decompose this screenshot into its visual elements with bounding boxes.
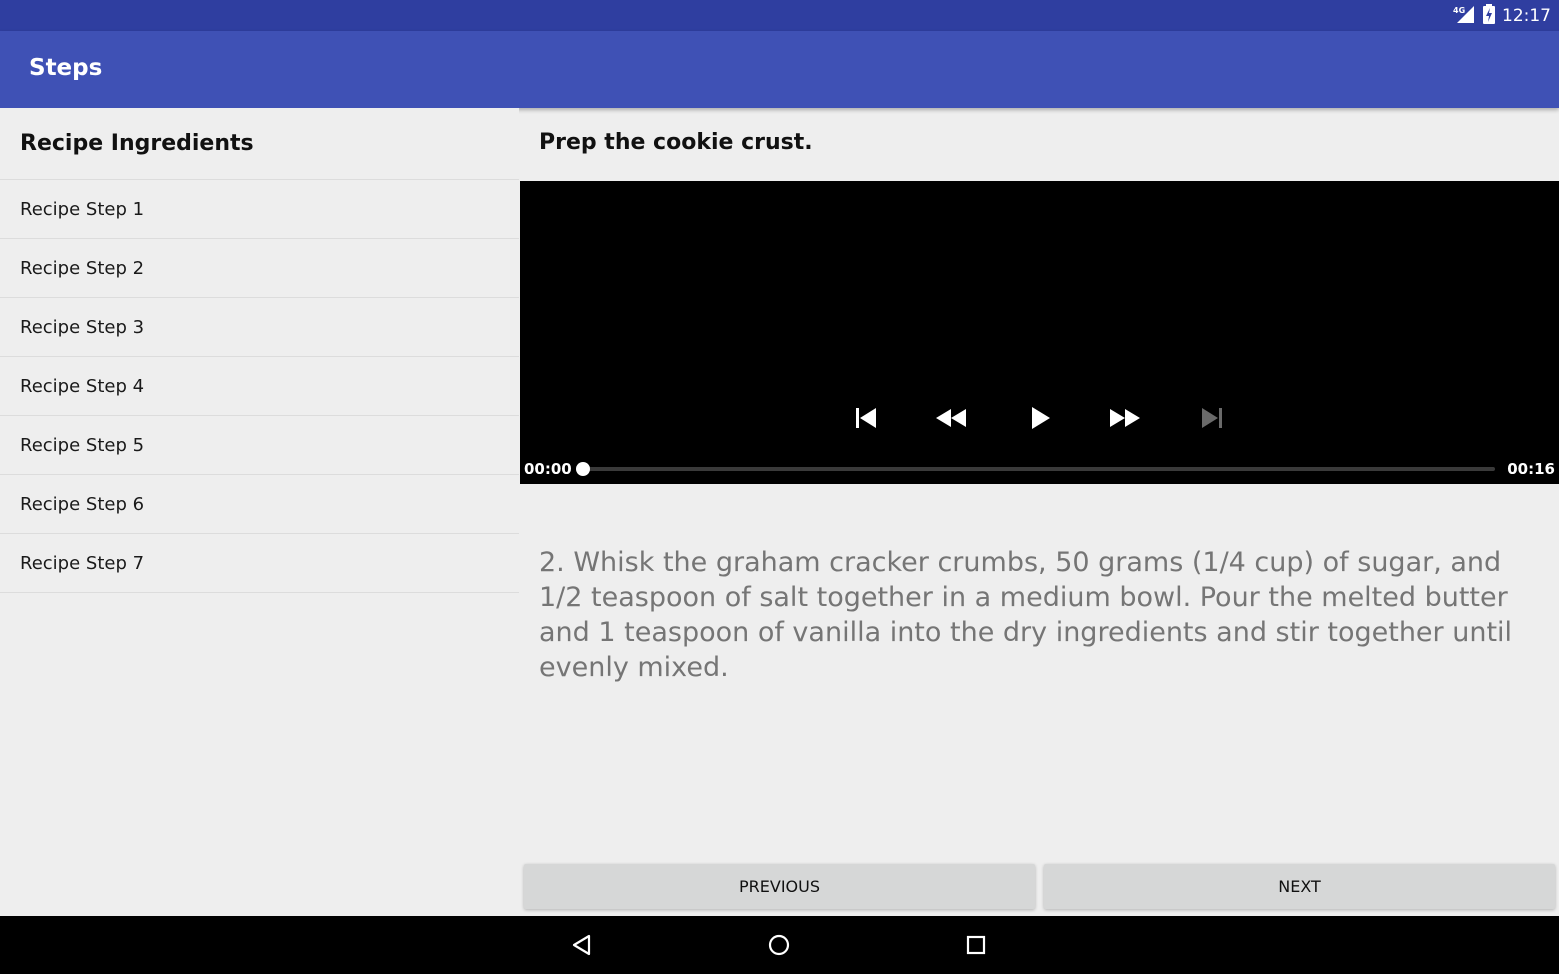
play-icon[interactable] [1022, 403, 1058, 433]
ingredients-header[interactable]: Recipe Ingredients [0, 108, 519, 180]
playback-position-label: 00:00 [524, 460, 572, 478]
skip-next-icon[interactable] [1194, 403, 1230, 433]
seek-bar[interactable] [576, 462, 1495, 476]
recents-icon[interactable] [958, 928, 994, 962]
next-button[interactable]: NEXT [1044, 864, 1555, 909]
seek-thumb[interactable] [576, 462, 590, 476]
fast-forward-icon[interactable] [1107, 403, 1143, 433]
step-list-item-5[interactable]: Recipe Step 5 [0, 416, 519, 475]
step-list-item-2[interactable]: Recipe Step 2 [0, 239, 519, 298]
app-bar: Steps [0, 31, 1559, 108]
step-list-item-6[interactable]: Recipe Step 6 [0, 475, 519, 534]
step-description: 2. Whisk the graham cracker crumbs, 50 g… [539, 547, 1513, 683]
step-list-item-3[interactable]: Recipe Step 3 [0, 298, 519, 357]
step-list-item-7[interactable]: Recipe Step 7 [0, 534, 519, 593]
network-type-label: 4G [1453, 6, 1465, 15]
status-indicators: 4G 12:17 [1452, 0, 1551, 31]
app-title: Steps [29, 55, 103, 81]
step-title: Prep the cookie crust. [539, 130, 813, 155]
cell-signal-icon: 4G [1452, 4, 1476, 28]
system-navigation-bar [0, 916, 1559, 974]
home-icon[interactable] [761, 928, 797, 962]
step-list-pane: Recipe Ingredients Recipe Step 1 Recipe … [0, 108, 519, 916]
status-time: 12:17 [1502, 5, 1551, 26]
playback-duration-label: 00:16 [1507, 460, 1555, 478]
status-bar: 4G 12:17 [0, 0, 1559, 31]
video-player[interactable]: 00:00 00:16 [520, 181, 1559, 484]
skip-previous-icon[interactable] [848, 403, 884, 433]
step-list-item-4[interactable]: Recipe Step 4 [0, 357, 519, 416]
previous-button[interactable]: PREVIOUS [524, 864, 1035, 909]
back-icon[interactable] [564, 928, 600, 962]
step-list-item-1[interactable]: Recipe Step 1 [0, 180, 519, 239]
rewind-icon[interactable] [933, 403, 969, 433]
battery-charging-icon [1482, 3, 1496, 28]
